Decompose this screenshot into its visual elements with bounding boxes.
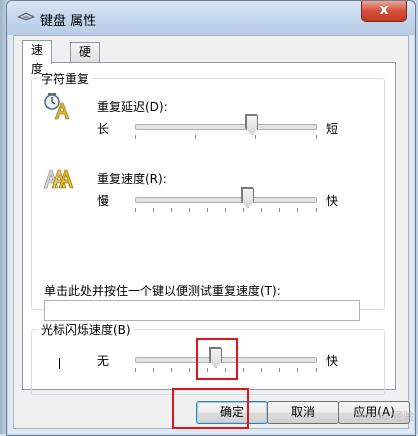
close-button[interactable]: x bbox=[361, 1, 407, 22]
repeat-test-label: 单击此处并按住一个键以便测试重复速度(T): bbox=[44, 284, 281, 298]
window-title: 键盘 属性 bbox=[40, 14, 97, 29]
repeat-rate-min-label: 慢 bbox=[97, 194, 110, 208]
watermark: Baidu 经验 bbox=[357, 410, 414, 423]
character-repeat-group-title: 字符重复 bbox=[38, 70, 93, 87]
cursor-blink-min-label: 无 bbox=[97, 354, 110, 368]
cancel-button[interactable]: 取消 bbox=[267, 401, 339, 424]
title-bar[interactable]: 键盘 属性 x bbox=[7, 1, 415, 35]
repeated-letter-a-icon bbox=[43, 169, 74, 189]
dialog-client-area: 速度 硬件 字符重复 重复延迟(D): 长 短 bbox=[13, 35, 410, 429]
cursor-blink-group-title: 光标闪烁速度(B) bbox=[38, 321, 134, 338]
repeat-delay-label: 重复延迟(D): bbox=[97, 100, 168, 114]
keyboard-properties-dialog: 键盘 属性 x 速度 硬件 字符重复 重复延迟(D): 长 短 bbox=[6, 0, 416, 436]
tab-speed[interactable]: 速度 bbox=[22, 40, 53, 76]
tab-hardware[interactable]: 硬件 bbox=[70, 42, 101, 78]
keyboard-icon bbox=[17, 12, 35, 21]
repeat-test-field[interactable] bbox=[44, 300, 360, 321]
character-repeat-group: 字符重复 重复延迟(D): 长 短 重复速度(R): 慢 快 单击此处并按住一个… bbox=[31, 70, 385, 321]
speed-tab-panel: 字符重复 重复延迟(D): 长 短 重复速度(R): 慢 快 单击此处并按住一个… bbox=[22, 62, 396, 395]
repeat-rate-slider[interactable] bbox=[242, 188, 254, 208]
repeat-rate-ticks bbox=[135, 208, 317, 212]
cursor-blink-max-label: 快 bbox=[326, 354, 339, 368]
blink-slider-highlight bbox=[196, 338, 238, 380]
cursor-blink-group: 光标闪烁速度(B) 无 快 bbox=[31, 321, 385, 395]
repeat-delay-max-label: 短 bbox=[326, 122, 339, 136]
repeat-delay-slider[interactable] bbox=[246, 115, 258, 135]
repeat-delay-track bbox=[135, 124, 317, 130]
repeat-delay-ticks bbox=[135, 135, 317, 139]
repeat-rate-max-label: 快 bbox=[326, 194, 339, 208]
repeat-rate-label: 重复速度(R): bbox=[97, 172, 167, 186]
ok-button-highlight bbox=[172, 388, 249, 429]
clock-letter-a-icon bbox=[44, 93, 70, 120]
repeat-rate-track bbox=[135, 197, 317, 203]
text-cursor-icon bbox=[59, 358, 60, 369]
repeat-delay-min-label: 长 bbox=[97, 122, 110, 136]
